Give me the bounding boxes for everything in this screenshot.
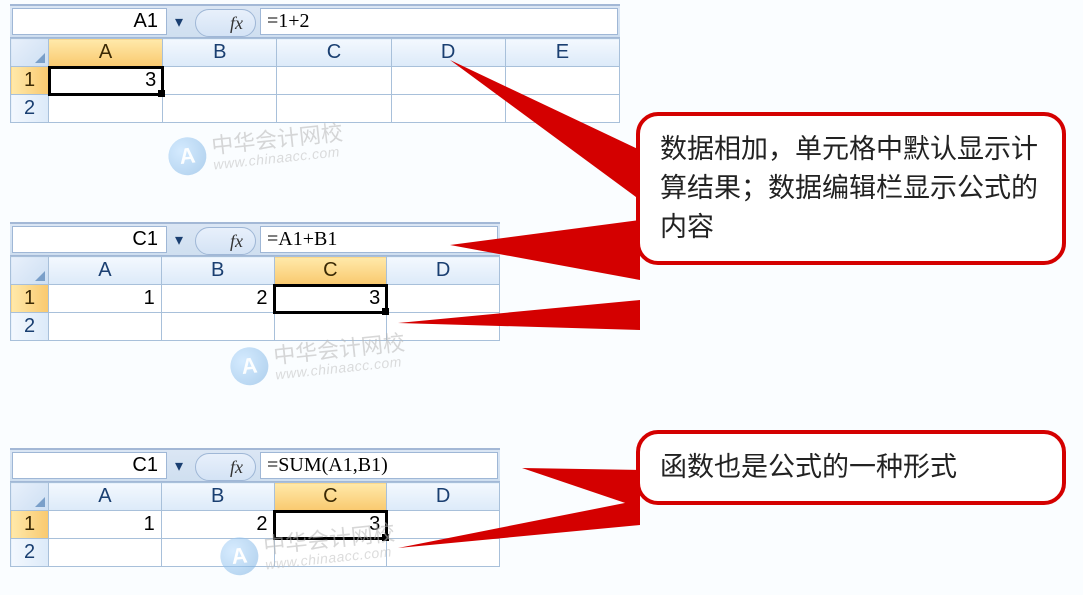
watermark-badge-icon: A	[228, 345, 270, 387]
spreadsheet-grid[interactable]: A B C D E 1 3 2	[10, 38, 620, 123]
cell-b1[interactable]	[163, 67, 277, 95]
row-header-2[interactable]: 2	[11, 95, 49, 123]
cell-d2[interactable]	[387, 539, 500, 567]
cell-a1[interactable]: 3	[49, 67, 163, 95]
col-header-a[interactable]: A	[49, 39, 163, 67]
fx-icon: fx	[208, 457, 243, 478]
cell-b2[interactable]	[161, 313, 274, 341]
cell-c2[interactable]	[274, 539, 387, 567]
select-all-corner[interactable]	[11, 257, 49, 285]
cell-b2[interactable]	[161, 539, 274, 567]
col-header-c[interactable]: C	[274, 257, 387, 285]
name-box[interactable]: C1	[12, 226, 167, 253]
cell-c2[interactable]	[277, 95, 391, 123]
col-header-d[interactable]: D	[387, 483, 500, 511]
formula-input[interactable]: =1+2	[260, 8, 618, 35]
watermark-url: www.chinaacc.com	[213, 144, 346, 172]
formula-bar: C1 ▾ fx =SUM(A1,B1)	[10, 448, 500, 482]
row-header-2[interactable]: 2	[11, 539, 49, 567]
cell-c1[interactable]	[277, 67, 391, 95]
name-box[interactable]: C1	[12, 452, 167, 479]
col-header-a[interactable]: A	[49, 483, 162, 511]
row-header-1[interactable]: 1	[11, 285, 49, 313]
fx-button[interactable]: fx	[195, 227, 256, 255]
cell-a1[interactable]: 1	[49, 511, 162, 539]
row-header-1[interactable]: 1	[11, 511, 49, 539]
select-all-corner[interactable]	[11, 39, 49, 67]
cell-b2[interactable]	[163, 95, 277, 123]
callout-function-form: 函数也是公式的一种形式	[636, 430, 1066, 505]
formula-input[interactable]: =A1+B1	[260, 226, 498, 253]
watermark-name: 中华会计网校	[210, 122, 344, 158]
cell-a2[interactable]	[49, 95, 163, 123]
example-2: C1 ▾ fx =A1+B1 A B C D 1 1 2 3 2	[10, 222, 500, 341]
formula-input[interactable]: =SUM(A1,B1)	[260, 452, 498, 479]
name-box-dropdown-icon[interactable]: ▾	[167, 450, 191, 481]
example-1: A1 ▾ fx =1+2 A B C D E 1 3	[10, 4, 620, 123]
example-3: C1 ▾ fx =SUM(A1,B1) A B C D 1 1 2 3 2	[10, 448, 500, 567]
cell-d2[interactable]	[387, 313, 500, 341]
name-box[interactable]: A1	[12, 8, 167, 35]
cell-c2[interactable]	[274, 313, 387, 341]
col-header-a[interactable]: A	[49, 257, 162, 285]
select-all-corner[interactable]	[11, 483, 49, 511]
formula-bar: C1 ▾ fx =A1+B1	[10, 222, 500, 256]
cell-c1[interactable]: 3	[274, 285, 387, 313]
name-box-dropdown-icon[interactable]: ▾	[167, 6, 191, 37]
col-header-c[interactable]: C	[274, 483, 387, 511]
cell-d1[interactable]	[391, 67, 505, 95]
callout-result-formula: 数据相加，单元格中默认显示计算结果；数据编辑栏显示公式的内容	[636, 112, 1066, 265]
watermark-url: www.chinaacc.com	[275, 354, 408, 382]
col-header-b[interactable]: B	[161, 257, 274, 285]
watermark: A 中华会计网校www.chinaacc.com	[166, 121, 345, 177]
row-header-1[interactable]: 1	[11, 67, 49, 95]
cell-a2[interactable]	[49, 539, 162, 567]
cell-e2[interactable]	[505, 95, 619, 123]
col-header-c[interactable]: C	[277, 39, 391, 67]
cell-a2[interactable]	[49, 313, 162, 341]
fx-button[interactable]: fx	[195, 453, 256, 481]
spreadsheet-grid[interactable]: A B C D 1 1 2 3 2	[10, 256, 500, 341]
fx-icon: fx	[208, 13, 243, 34]
col-header-b[interactable]: B	[161, 483, 274, 511]
col-header-e[interactable]: E	[505, 39, 619, 67]
col-header-d[interactable]: D	[387, 257, 500, 285]
watermark-badge-icon: A	[166, 135, 208, 177]
cell-e1[interactable]	[505, 67, 619, 95]
cell-a1[interactable]: 1	[49, 285, 162, 313]
spreadsheet-grid[interactable]: A B C D 1 1 2 3 2	[10, 482, 500, 567]
col-header-d[interactable]: D	[391, 39, 505, 67]
name-box-dropdown-icon[interactable]: ▾	[167, 224, 191, 255]
row-header-2[interactable]: 2	[11, 313, 49, 341]
cell-d1[interactable]	[387, 511, 500, 539]
cell-b1[interactable]: 2	[161, 511, 274, 539]
cell-b1[interactable]: 2	[161, 285, 274, 313]
cell-c1[interactable]: 3	[274, 511, 387, 539]
cell-d2[interactable]	[391, 95, 505, 123]
formula-bar: A1 ▾ fx =1+2	[10, 4, 620, 38]
cell-d1[interactable]	[387, 285, 500, 313]
col-header-b[interactable]: B	[163, 39, 277, 67]
fx-icon: fx	[208, 231, 243, 252]
fx-button[interactable]: fx	[195, 9, 256, 37]
